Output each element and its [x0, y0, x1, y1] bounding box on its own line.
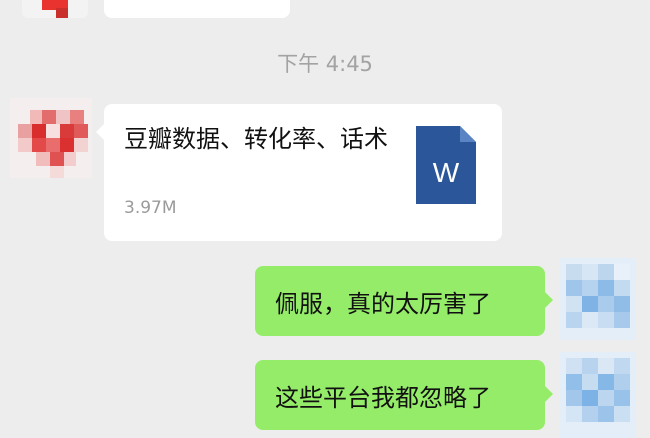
my-avatar[interactable]: [560, 352, 636, 438]
file-size: 3.97M: [124, 198, 177, 218]
file-name: 豆瓣数据、转化率、话术: [124, 125, 388, 153]
sender-avatar[interactable]: [10, 98, 92, 178]
word-document-icon[interactable]: W: [416, 126, 476, 204]
word-icon-letter: W: [433, 157, 460, 188]
message-text: 佩服，真的太厉害了: [275, 289, 491, 318]
message-text: 这些平台我都忽略了: [275, 383, 491, 412]
partial-avatar-top[interactable]: [22, 0, 88, 18]
my-avatar[interactable]: [560, 258, 636, 340]
message-timestamp: 下午 4:45: [277, 52, 373, 76]
outgoing-message-bubble[interactable]: 这些平台我都忽略了: [255, 360, 545, 430]
outgoing-message-bubble[interactable]: 佩服，真的太厉害了: [255, 266, 545, 336]
file-message-bubble[interactable]: 豆瓣数据、转化率、话术 3.97M W: [104, 104, 502, 241]
partial-message-bubble[interactable]: [104, 0, 290, 18]
